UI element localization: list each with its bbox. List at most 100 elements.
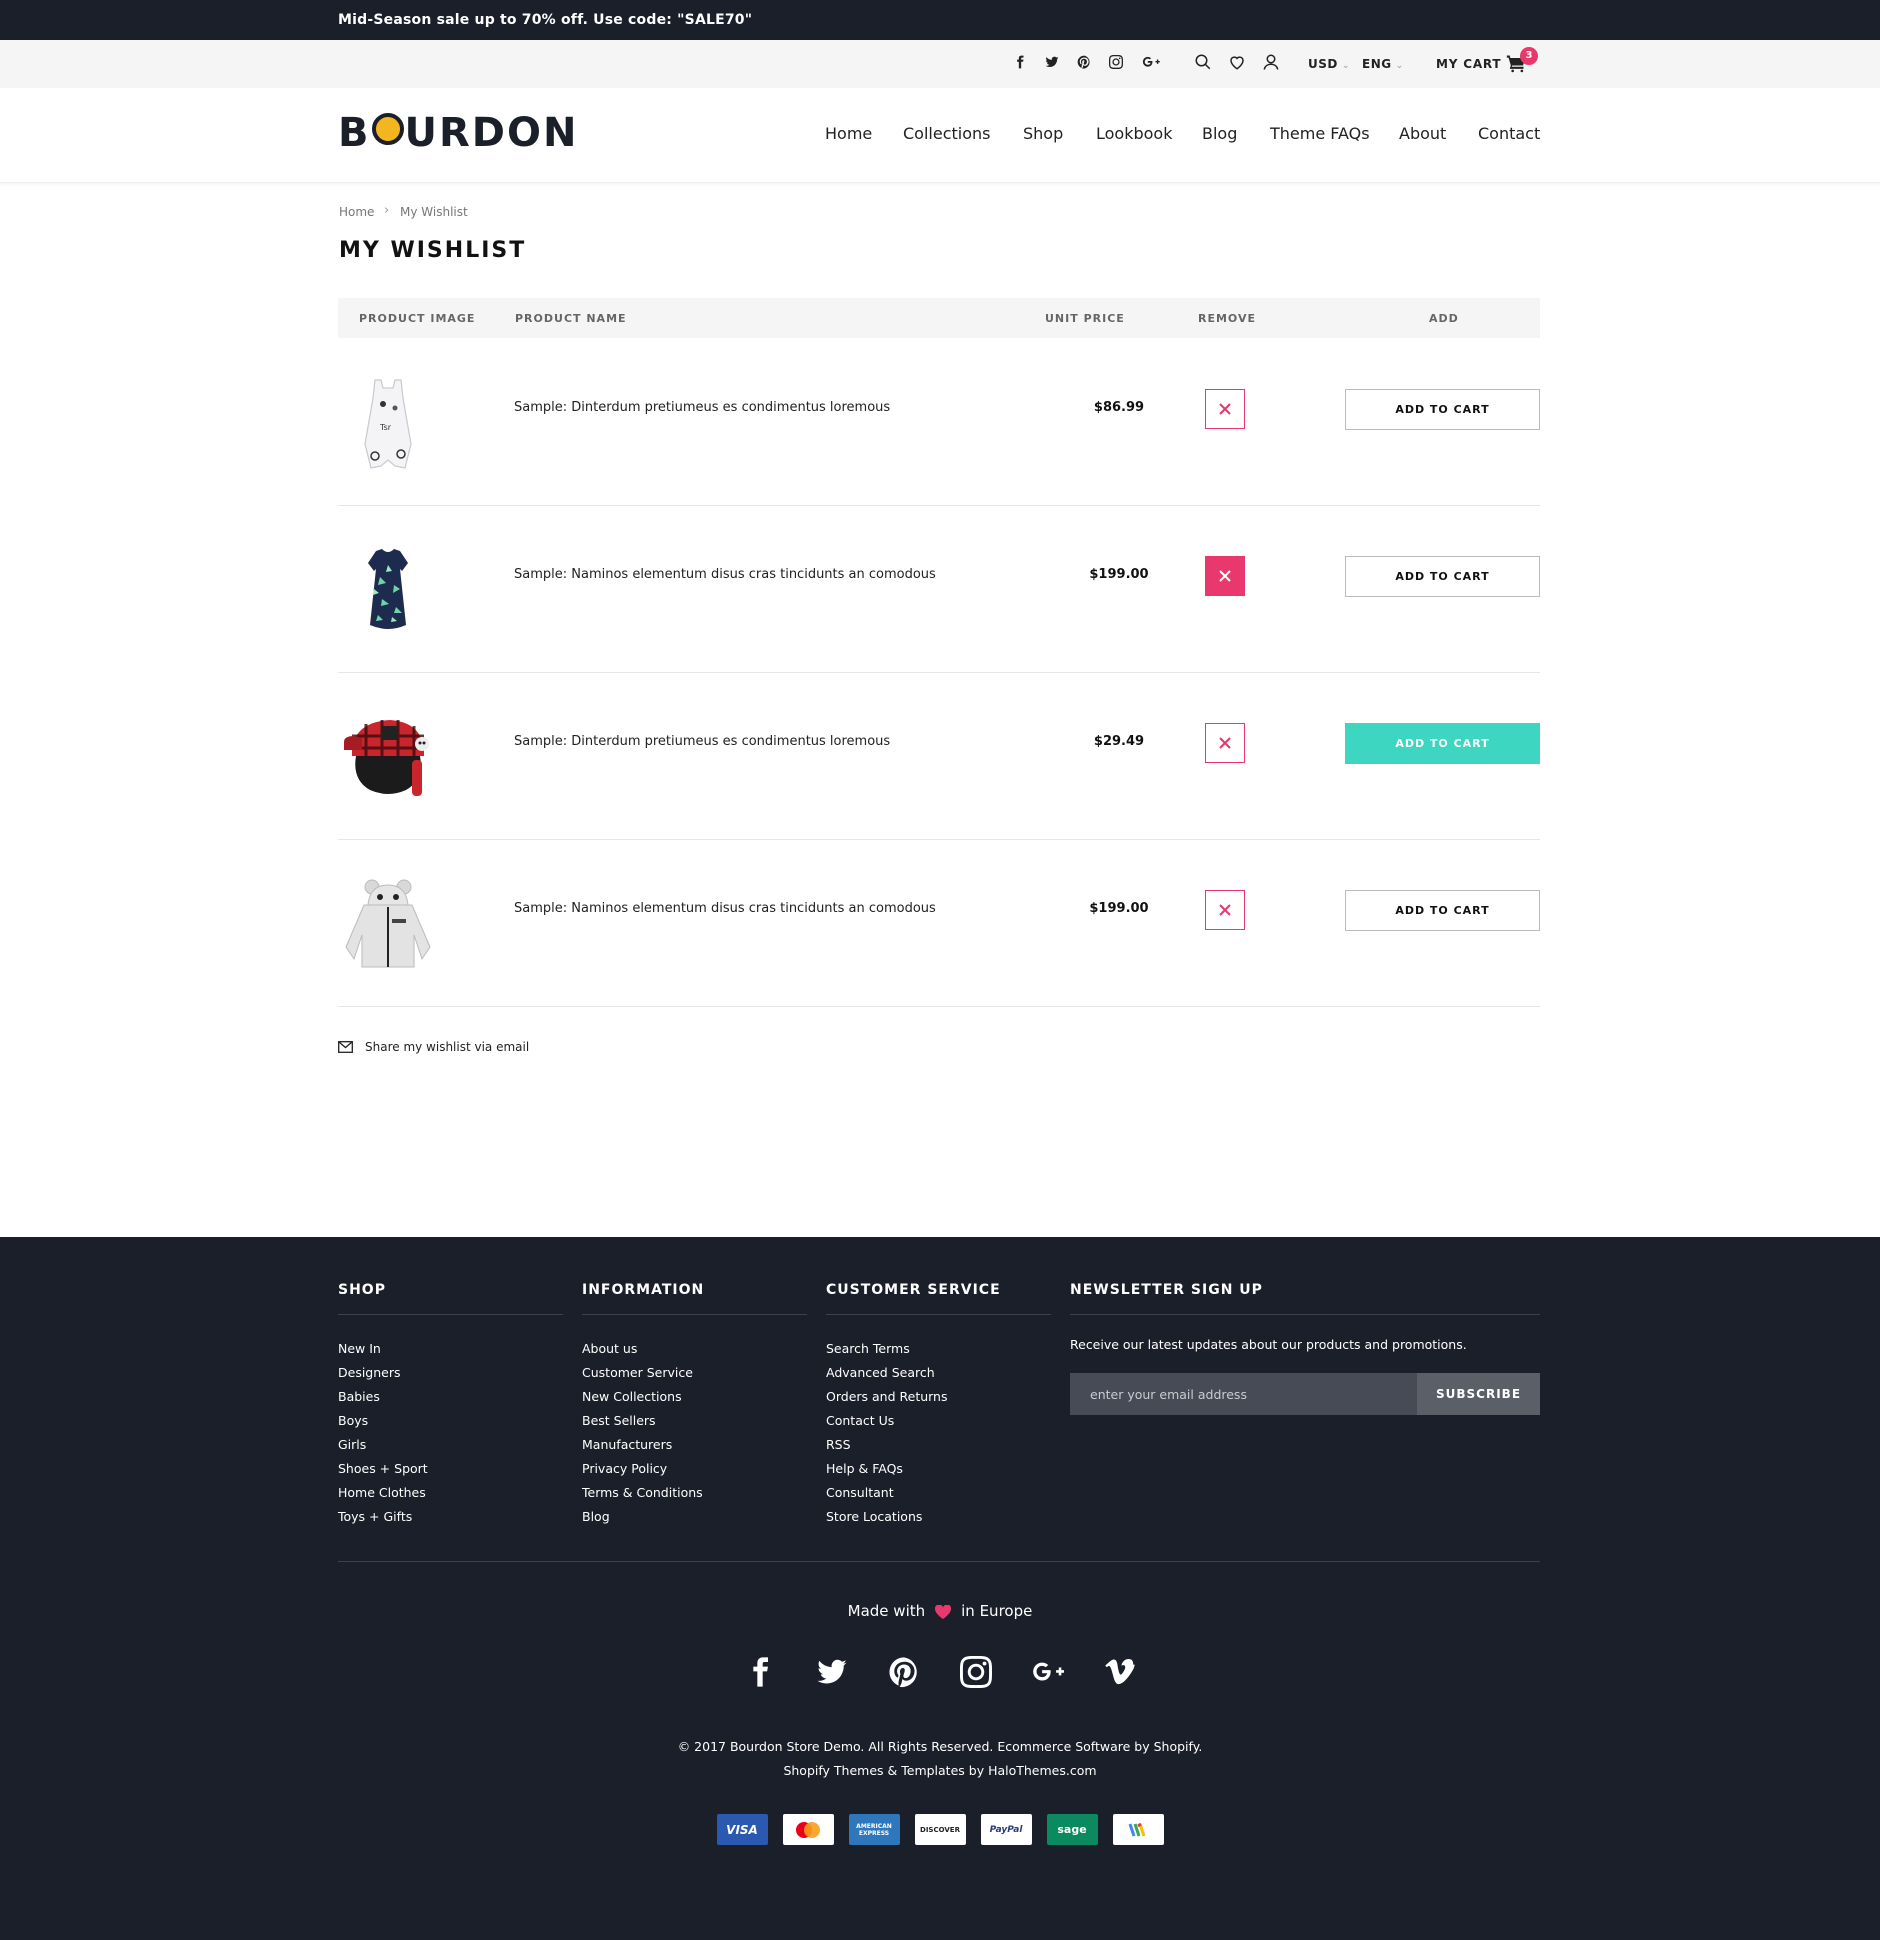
footer-link[interactable]: New In [338,1337,563,1361]
nav-lookbook[interactable]: Lookbook [1096,124,1172,143]
remove-button[interactable] [1205,723,1245,763]
payment-methods: VISA AMERICAN EXPRESS DISCOVER PayPal sa… [0,1814,1880,1845]
google-wallet-icon [1112,1814,1164,1845]
share-wishlist-text: Share my wishlist via email [365,1040,530,1054]
newsletter-text: Receive our latest updates about our pro… [1070,1337,1467,1352]
footer-link[interactable]: Best Sellers [582,1409,807,1433]
twitter-icon[interactable] [815,1655,849,1689]
facebook-icon[interactable] [1012,54,1028,70]
product-price: $199.00 [1089,901,1149,916]
product-name[interactable]: Sample: Naminos elementum disus cras tin… [514,567,936,582]
product-name[interactable]: Sample: Dinterdum pretiumeus es condimen… [514,400,890,415]
footer-social-links [0,1655,1880,1689]
product-image-hat[interactable] [338,693,438,823]
google-plus-icon[interactable] [1140,54,1162,70]
facebook-icon[interactable] [743,1655,777,1689]
made-with-prefix: Made with [847,1602,926,1620]
search-icon[interactable] [1194,53,1214,73]
remove-button[interactable] [1205,556,1245,596]
footer-divider [338,1561,1540,1562]
pinterest-icon[interactable] [1076,54,1092,70]
my-cart-link[interactable]: MY CART [1436,57,1501,71]
announcement-text: Mid-Season sale up to 70% off. Use code:… [338,12,753,28]
nav-home[interactable]: Home [825,124,872,143]
footer-link[interactable]: Store Locations [826,1505,1051,1529]
logo-text-b: B [338,110,371,156]
product-price: $199.00 [1089,567,1149,582]
table-row: Sample: Naminos elementum disus cras tin… [338,506,1540,673]
footer-link[interactable]: Boys [338,1409,563,1433]
nav-shop[interactable]: Shop [1023,124,1063,143]
product-name[interactable]: Sample: Dinterdum pretiumeus es condimen… [514,734,890,749]
svg-text:Tsr: Tsr [379,423,392,432]
breadcrumb-home[interactable]: Home [339,205,374,219]
subscribe-button[interactable]: SUBSCRIBE [1417,1373,1540,1415]
logo[interactable]: B URDON [338,108,578,158]
product-name[interactable]: Sample: Naminos elementum disus cras tin… [514,901,936,916]
footer-link[interactable]: New Collections [582,1385,807,1409]
amex-icon: AMERICAN EXPRESS [848,1814,900,1845]
google-plus-icon[interactable] [1031,1655,1065,1689]
logo-text-rest: URDON [404,110,579,156]
footer-link[interactable]: Privacy Policy [582,1457,807,1481]
chevron-down-icon: ⌄ [1341,61,1350,71]
footer-link[interactable]: Girls [338,1433,563,1457]
site-footer: SHOP New In Designers Babies Boys Girls … [0,1237,1880,1940]
language-selector[interactable]: ENG ⌄ [1362,57,1404,71]
product-image-romper[interactable]: Tsr [338,359,438,489]
product-image-jacket[interactable] [338,860,438,990]
footer-link[interactable]: About us [582,1337,807,1361]
footer-link[interactable]: Search Terms [826,1337,1051,1361]
newsletter-title: NEWSLETTER SIGN UP [1070,1282,1540,1315]
instagram-icon[interactable] [959,1655,993,1689]
add-to-cart-button[interactable]: ADD TO CART [1345,556,1540,597]
header-social-links [1012,54,1162,70]
vimeo-icon[interactable] [1103,1655,1137,1689]
product-image-dress[interactable] [338,526,438,656]
footer-link[interactable]: Home Clothes [338,1481,563,1505]
nav-about[interactable]: About [1399,124,1446,143]
nav-contact[interactable]: Contact [1478,124,1540,143]
site-header: B URDON Home Collections Shop Lookbook B… [0,88,1880,183]
user-icon[interactable] [1262,53,1282,73]
footer-link[interactable]: Toys + Gifts [338,1505,563,1529]
add-to-cart-button[interactable]: ADD TO CART [1345,890,1540,931]
footer-link[interactable]: Designers [338,1361,563,1385]
made-with-suffix: in Europe [961,1602,1033,1620]
remove-button[interactable] [1205,389,1245,429]
footer-link[interactable]: Blog [582,1505,807,1529]
nav-collections[interactable]: Collections [903,124,990,143]
add-to-cart-button[interactable]: ADD TO CART [1345,723,1540,764]
heart-icon[interactable] [1228,53,1248,73]
twitter-icon[interactable] [1044,54,1060,70]
mastercard-icon [782,1814,834,1845]
remove-button[interactable] [1205,890,1245,930]
footer-link[interactable]: Consultant [826,1481,1051,1505]
nav-theme-faqs[interactable]: Theme FAQs [1270,124,1370,143]
share-wishlist-link[interactable]: Share my wishlist via email [338,1040,529,1054]
sage-icon: sage [1046,1814,1098,1845]
close-icon [1219,904,1231,916]
breadcrumb-current: My Wishlist [400,205,468,219]
header-remove: REMOVE [1198,312,1257,325]
newsletter-email-input[interactable] [1070,1373,1417,1415]
footer-link[interactable]: Terms & Conditions [582,1481,807,1505]
newsletter-form: SUBSCRIBE [1070,1373,1540,1415]
credits-text[interactable]: Shopify Themes & Templates by HaloThemes… [0,1759,1880,1783]
footer-link[interactable]: Orders and Returns [826,1385,1051,1409]
footer-link[interactable]: Help & FAQs [826,1457,1051,1481]
currency-selector[interactable]: USD ⌄ [1308,57,1350,71]
footer-link[interactable]: Babies [338,1385,563,1409]
pinterest-icon[interactable] [887,1655,921,1689]
header-add: ADD [1429,312,1459,325]
instagram-icon[interactable] [1108,54,1124,70]
logo-bee-icon [371,113,404,145]
footer-link[interactable]: Advanced Search [826,1361,1051,1385]
footer-link[interactable]: Shoes + Sport [338,1457,563,1481]
add-to-cart-button[interactable]: ADD TO CART [1345,389,1540,430]
footer-link[interactable]: Manufacturers [582,1433,807,1457]
footer-link[interactable]: RSS [826,1433,1051,1457]
nav-blog[interactable]: Blog [1202,124,1237,143]
footer-link[interactable]: Contact Us [826,1409,1051,1433]
footer-link[interactable]: Customer Service [582,1361,807,1385]
